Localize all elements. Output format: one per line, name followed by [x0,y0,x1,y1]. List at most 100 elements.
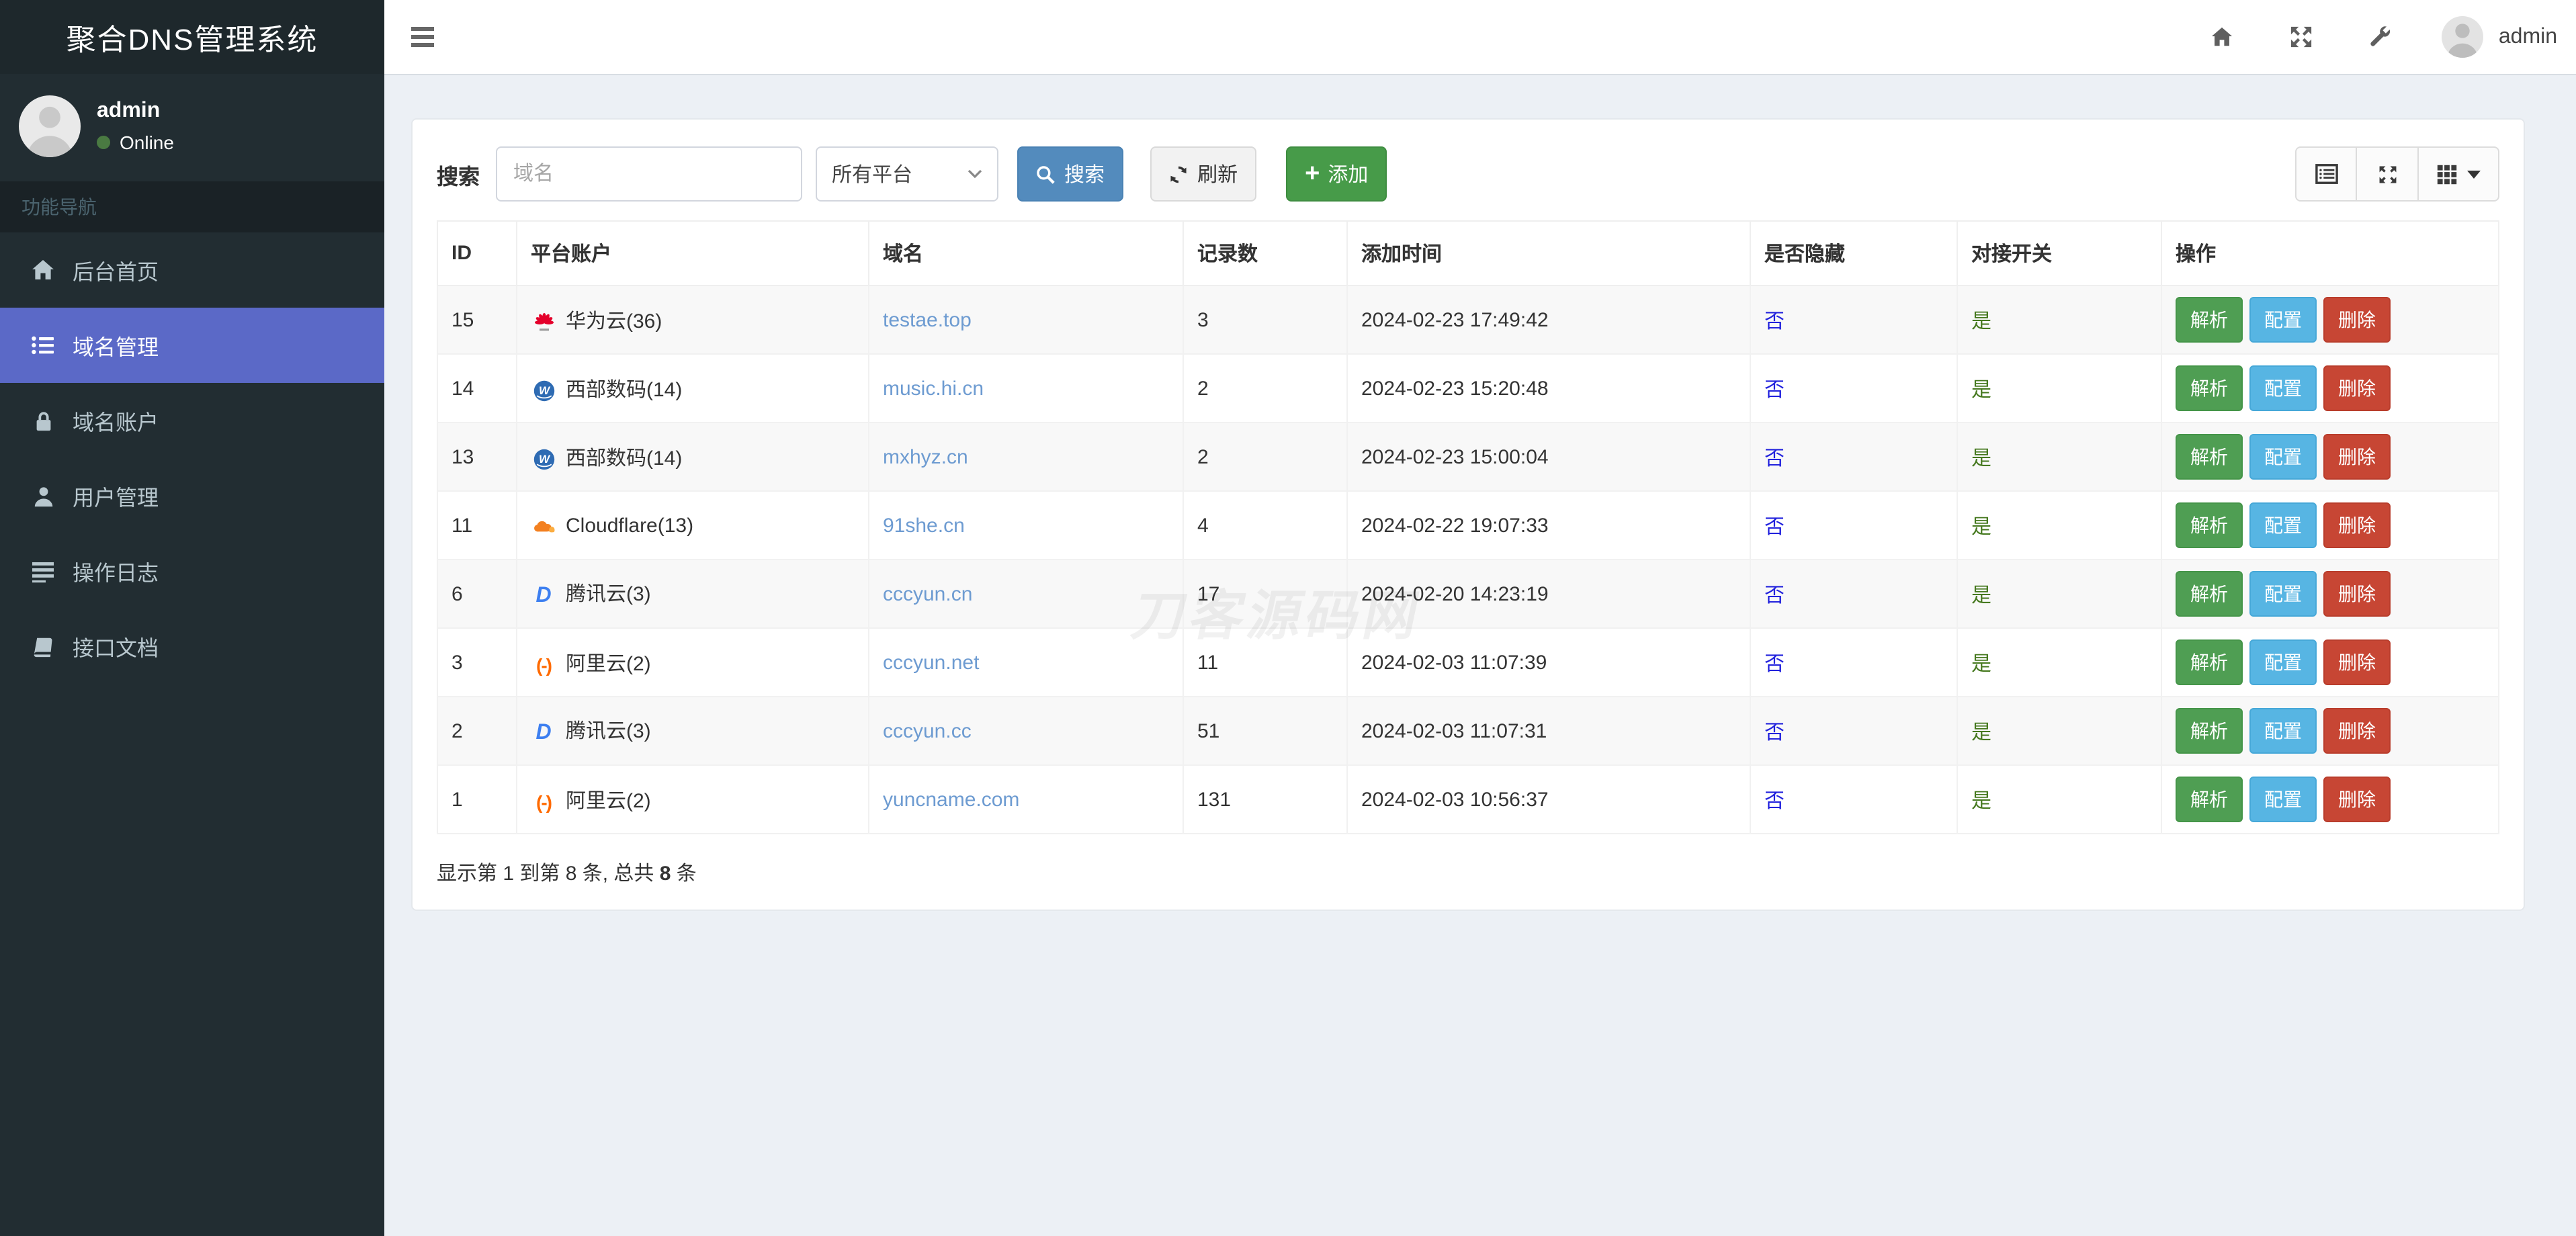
cloudflare-icon [531,518,556,534]
resolve-button[interactable]: 解析 [2176,434,2243,480]
config-button[interactable]: 配置 [2249,297,2317,343]
cell-actions: 解析 配置 删除 [2161,696,2499,766]
fullscreen-icon [2378,165,2396,183]
resolve-button[interactable]: 解析 [2176,502,2243,548]
table-header-row: ID 平台账户 域名 记录数 添加时间 是否隐藏 对接开关 操作 [437,220,2499,286]
domain-link[interactable]: cccyun.cn [883,582,972,605]
detail-view-button[interactable] [2295,146,2357,202]
resolve-button[interactable]: 解析 [2176,571,2243,617]
search-button[interactable]: 搜索 [1017,146,1124,202]
hidden-flag-link[interactable]: 否 [1764,447,1785,470]
domain-link[interactable]: cccyun.cc [883,719,972,742]
wrench-icon[interactable] [2342,26,2421,48]
domain-link[interactable]: music.hi.cn [883,377,984,400]
delete-button[interactable]: 删除 [2323,365,2391,411]
chevron-down-icon [968,169,982,179]
delete-button[interactable]: 删除 [2323,502,2391,548]
sidebar-item-dashboard[interactable]: 后台首页 [0,232,384,308]
resolve-button[interactable]: 解析 [2176,297,2243,343]
home-icon[interactable] [2183,26,2262,48]
domain-link[interactable]: 91she.cn [883,514,965,537]
config-button[interactable]: 配置 [2249,571,2317,617]
sidebar-item-users[interactable]: 用户管理 [0,458,384,533]
resolve-button[interactable]: 解析 [2176,365,2243,411]
sidebar-item-domains[interactable]: 域名管理 [0,308,384,383]
top-navbar: admin [384,0,2576,75]
hidden-flag-link[interactable]: 否 [1764,789,1785,812]
config-button[interactable]: 配置 [2249,434,2317,480]
delete-button[interactable]: 删除 [2323,639,2391,685]
search-input[interactable] [496,146,803,202]
cell-hidden: 否 [1750,353,1958,423]
sidebar-item-label: 域名账户 [73,412,159,435]
resolve-button[interactable]: 解析 [2176,777,2243,822]
cell-id: 13 [437,422,517,492]
config-button[interactable]: 配置 [2249,365,2317,411]
config-button[interactable]: 配置 [2249,639,2317,685]
cell-platform: Cloudflare(13) [516,490,869,560]
refresh-button[interactable]: 刷新 [1150,146,1257,202]
add-button[interactable]: + 添加 [1286,146,1387,202]
hidden-flag-link[interactable]: 否 [1764,584,1785,607]
switch-flag-link[interactable]: 是 [1971,721,1991,744]
platform-select[interactable]: 所有平台 [816,146,999,202]
cell-id: 3 [437,627,517,697]
switch-flag-link[interactable]: 是 [1971,789,1991,812]
fullscreen-table-button[interactable] [2357,146,2419,202]
domain-link[interactable]: yuncname.com [883,788,1019,811]
delete-button[interactable]: 删除 [2323,571,2391,617]
switch-flag-link[interactable]: 是 [1971,584,1991,607]
domain-link[interactable]: mxhyz.cn [883,445,968,468]
cell-added: 2024-02-03 11:07:31 [1346,696,1751,766]
resolve-button[interactable]: 解析 [2176,639,2243,685]
cell-switch: 是 [1957,764,2162,834]
config-button[interactable]: 配置 [2249,777,2317,822]
navbar-username[interactable]: admin [2499,25,2557,49]
cell-records: 51 [1183,696,1348,766]
cell-actions: 解析 配置 删除 [2161,764,2499,834]
resolve-button[interactable]: 解析 [2176,708,2243,754]
sidebar-toggle-icon[interactable] [411,20,443,52]
sidebar-item-accounts[interactable]: 域名账户 [0,383,384,458]
hidden-flag-link[interactable]: 否 [1764,721,1785,744]
cell-platform: W 西部数码(14) [516,353,869,423]
config-button[interactable]: 配置 [2249,708,2317,754]
hidden-flag-link[interactable]: 否 [1764,652,1785,675]
sidebar-item-api-docs[interactable]: 接口文档 [0,609,384,684]
online-dot-icon [97,136,110,149]
columns-dropdown-button[interactable] [2419,146,2499,202]
add-button-label: 添加 [1328,164,1369,187]
domain-link[interactable]: testae.top [883,308,972,331]
domain-link[interactable]: cccyun.net [883,651,979,674]
platform-label: 阿里云(2) [566,652,651,675]
table-row: 6 D 腾讯云(3) cccyun.cn 17 2024-02-20 14:23:19 否 是… [437,559,2499,629]
fullscreen-icon[interactable] [2262,26,2342,48]
switch-flag-link[interactable]: 是 [1971,447,1991,470]
user-name: admin [97,99,161,122]
hidden-flag-link[interactable]: 否 [1764,515,1785,538]
table-row: 1 (-) 阿里云(2) yuncname.com 131 2024-02-03 10:5… [437,764,2499,834]
switch-flag-link[interactable]: 是 [1971,310,1991,333]
avatar[interactable] [2442,16,2484,58]
delete-button[interactable]: 删除 [2323,708,2391,754]
cell-domain: yuncname.com [868,764,1184,834]
delete-button[interactable]: 删除 [2323,297,2391,343]
cell-platform: (-) 阿里云(2) [516,627,869,697]
delete-button[interactable]: 删除 [2323,777,2391,822]
view-toggle-group [2295,146,2499,202]
cell-platform: (-) 阿里云(2) [516,764,869,834]
hidden-flag-link[interactable]: 否 [1764,378,1785,401]
aliyun-icon: (-) [536,654,552,676]
detail-view-icon [2315,164,2337,184]
switch-flag-link[interactable]: 是 [1971,652,1991,675]
app-root: 聚合DNS管理系统 admin Online 功能导航 后台首页 域名管理 域名… [0,0,2576,1236]
sidebar-item-logs[interactable]: 操作日志 [0,533,384,609]
search-label: 搜索 [437,166,480,189]
config-button[interactable]: 配置 [2249,502,2317,548]
refresh-button-label: 刷新 [1197,164,1238,187]
switch-flag-link[interactable]: 是 [1971,378,1991,401]
hidden-flag-link[interactable]: 否 [1764,310,1785,333]
cell-actions: 解析 配置 删除 [2161,627,2499,697]
delete-button[interactable]: 删除 [2323,434,2391,480]
switch-flag-link[interactable]: 是 [1971,515,1991,538]
